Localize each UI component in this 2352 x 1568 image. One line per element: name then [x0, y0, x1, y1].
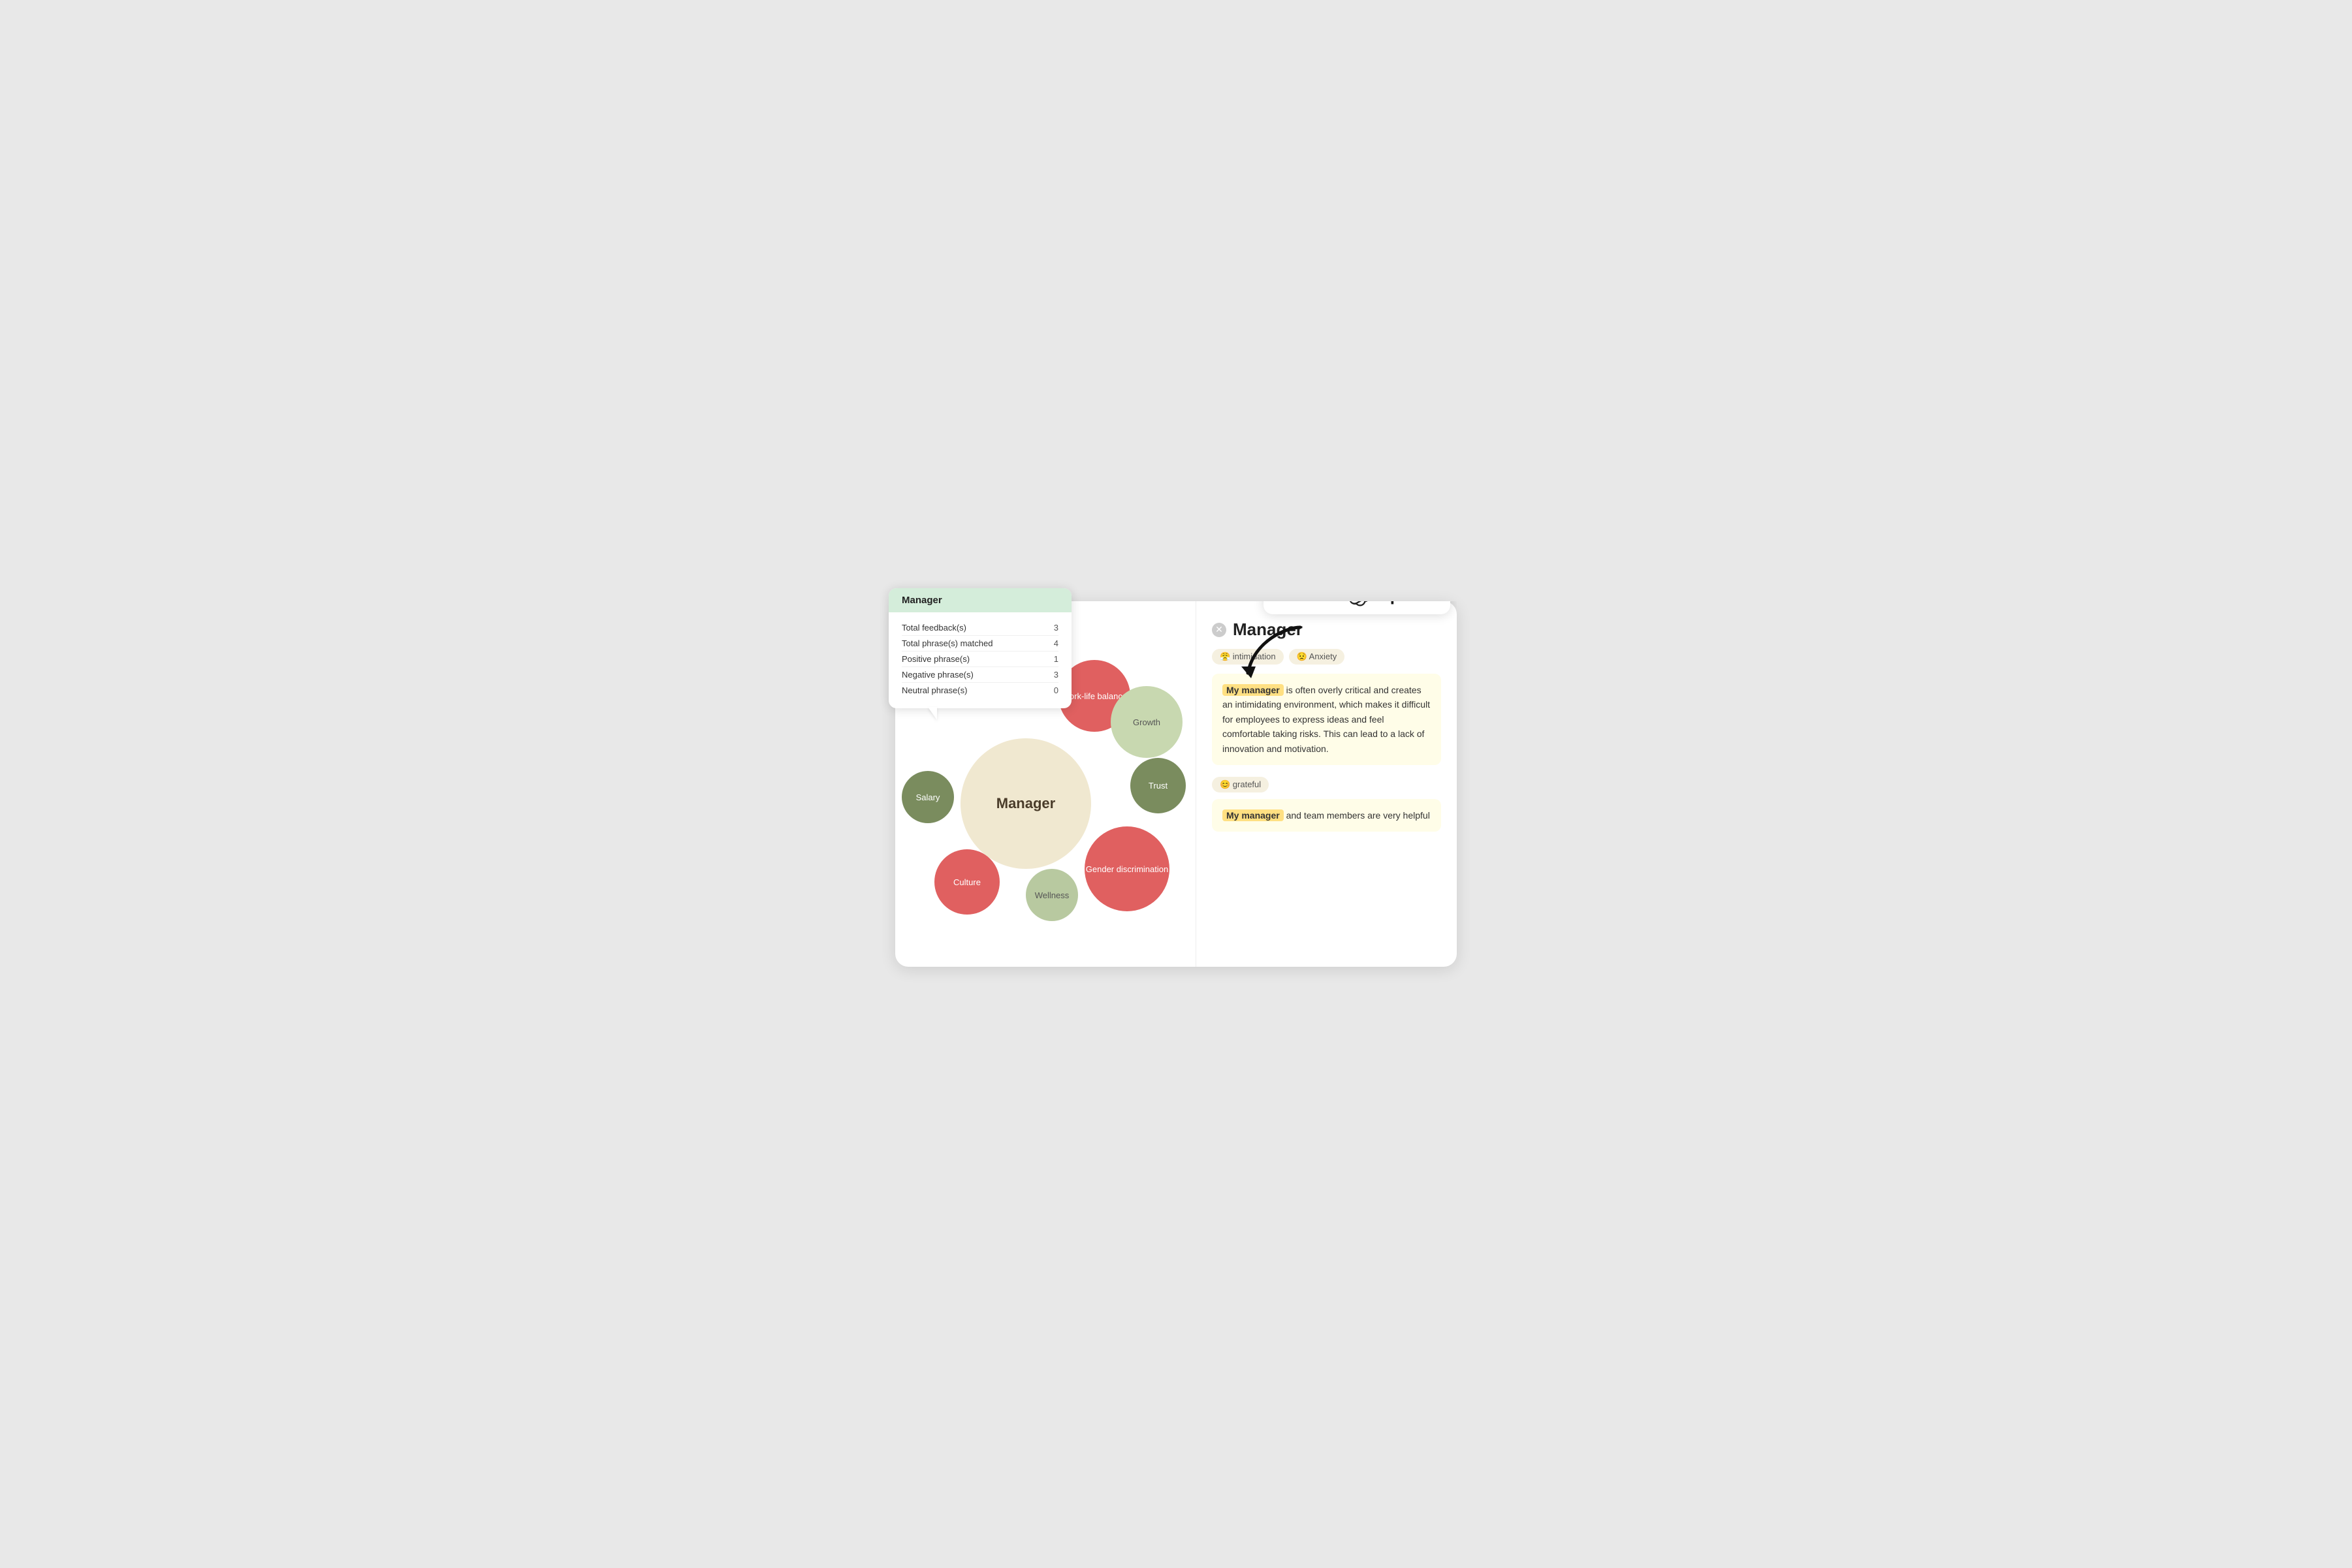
tooltip-row: Total phrase(s) matched4 — [902, 636, 1058, 651]
outer-container: Manager Total feedback(s)3Total phrase(s… — [882, 588, 1470, 980]
bubble-culture[interactable]: Culture — [934, 849, 1000, 915]
bubble-manager[interactable]: Manager — [961, 738, 1091, 869]
tooltip-row: Neutral phrase(s)0 — [902, 683, 1058, 698]
grateful-tag: 😊 grateful — [1212, 777, 1269, 792]
close-icon[interactable]: ✕ — [1212, 623, 1226, 637]
bubble-gender-disc[interactable]: Gender discrimination — [1085, 826, 1169, 911]
openai-brand-text: OpenAI — [1377, 601, 1437, 605]
tooltip-row: Negative phrase(s)3 — [902, 667, 1058, 683]
tooltip-card: Manager Total feedback(s)3Total phrase(s… — [889, 588, 1072, 708]
feedback-text-2: and team members are very helpful — [1284, 810, 1430, 821]
main-card: Manager Total feedback(s)3Total phrase(s… — [895, 601, 1457, 967]
tooltip-tail — [928, 707, 937, 720]
left-panel: Manager Total feedback(s)3Total phrase(s… — [895, 601, 1196, 967]
tag-anxiety: 😟 Anxiety — [1289, 649, 1345, 665]
tags-row: 😤 intimidation 😟 Anxiety — [1212, 649, 1441, 665]
manager-section-header: ✕ Manager — [1212, 619, 1441, 640]
tooltip-title: Manager — [889, 588, 1072, 612]
openai-badge: Powered By OpenAI — [1263, 601, 1450, 614]
openai-logo-icon — [1347, 601, 1371, 606]
bubble-salary[interactable]: Salary — [902, 771, 954, 823]
bubble-wellness[interactable]: Wellness — [1026, 869, 1078, 921]
tag-intimidation: 😤 intimidation — [1212, 649, 1284, 665]
highlight-phrase-2: My manager — [1222, 809, 1284, 821]
bubble-trust[interactable]: Trust — [1130, 758, 1186, 813]
manager-title: Manager — [1233, 619, 1303, 640]
feedback-card-1: My manager is often overly critical and … — [1212, 674, 1441, 765]
highlight-phrase-1: My manager — [1222, 684, 1284, 696]
tooltip-row: Positive phrase(s)1 — [902, 651, 1058, 667]
powered-by-text: Powered By — [1277, 601, 1340, 602]
bubble-growth[interactable]: Growth — [1111, 686, 1183, 758]
right-panel: Powered By OpenAI ✕ Manager 😤 intimidati… — [1196, 601, 1457, 967]
tooltip-row: Total feedback(s)3 — [902, 620, 1058, 636]
feedback-card-2: My manager and team members are very hel… — [1212, 799, 1441, 832]
